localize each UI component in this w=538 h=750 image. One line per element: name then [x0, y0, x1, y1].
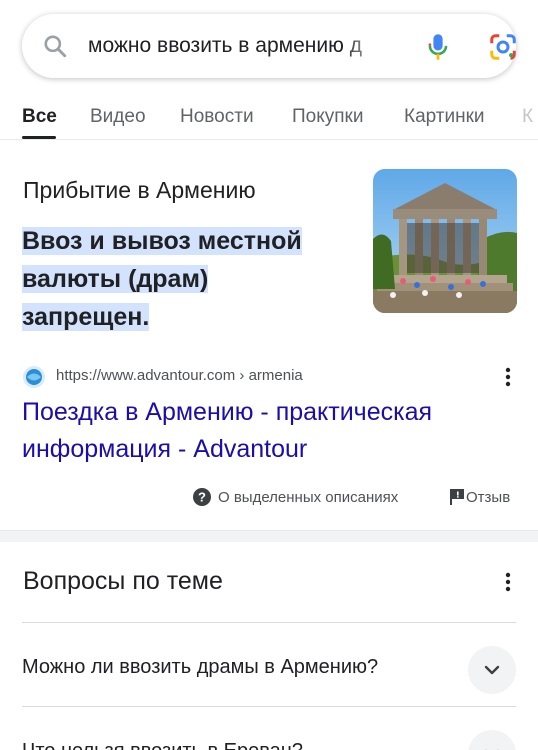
featured-snippet-card: Прибытие в Армению Ввоз и вывоз местной …: [0, 140, 538, 530]
feedback-flag-icon[interactable]: [449, 488, 465, 506]
question-text[interactable]: Можно ли ввозить драмы в Армению?: [22, 656, 378, 679]
expand-button[interactable]: [468, 730, 516, 750]
snippet-answer: Ввоз и вывоз местной валюты (драм) запре…: [22, 222, 322, 336]
active-tab-indicator: [22, 136, 56, 139]
question-text[interactable]: Что нельзя ввозить в Ереван?: [22, 740, 303, 750]
search-input[interactable]: [88, 32, 388, 60]
garni-temple-thumbnail[interactable]: [373, 169, 517, 313]
temple-image: [373, 169, 517, 313]
source-url[interactable]: https://www.advantour.com › armenia: [56, 367, 303, 384]
people-also-ask-title: Вопросы по теме: [23, 567, 223, 595]
tab-news[interactable]: Новости: [180, 106, 254, 128]
svg-text:?: ?: [198, 490, 206, 505]
expand-button[interactable]: [468, 646, 516, 694]
result-title-link[interactable]: Поездка в Армению - практическая информа…: [22, 394, 502, 468]
question-item[interactable]: Что нельзя ввозить в Ереван?: [22, 720, 516, 750]
search-icon[interactable]: [42, 33, 68, 59]
section-divider: [0, 530, 538, 542]
search-tabs: Все Видео Новости Покупки Картинки К: [0, 96, 538, 140]
source-row[interactable]: https://www.advantour.com › armenia: [22, 364, 522, 390]
tab-shopping[interactable]: Покупки: [292, 106, 363, 128]
chevron-down-icon: [484, 665, 500, 675]
more-options-icon[interactable]: [504, 571, 512, 593]
about-featured-snippets-link[interactable]: О выделенных описаниях: [218, 489, 398, 506]
google-lens-icon[interactable]: [488, 32, 518, 62]
help-icon[interactable]: ?: [192, 487, 212, 507]
more-options-icon[interactable]: [504, 366, 512, 388]
divider: [22, 706, 516, 707]
question-item[interactable]: Можно ли ввозить драмы в Армению?: [22, 636, 516, 696]
snippet-footer: ? О выделенных описаниях Отзыв: [0, 486, 538, 510]
feedback-link[interactable]: Отзыв: [466, 489, 510, 506]
search-bar[interactable]: [22, 14, 516, 78]
microphone-icon[interactable]: [424, 32, 452, 62]
people-also-ask-card: Вопросы по теме Можно ли ввозить драмы в…: [0, 542, 538, 750]
divider: [22, 622, 516, 623]
tab-all[interactable]: Все: [22, 106, 57, 128]
tab-video[interactable]: Видео: [90, 106, 146, 128]
tab-images[interactable]: Картинки: [404, 106, 485, 128]
snippet-heading: Прибытие в Армению: [23, 177, 256, 203]
highlighted-answer-text: Ввоз и вывоз местной валюты (драм) запре…: [22, 227, 302, 331]
advantour-favicon-icon: [23, 366, 45, 388]
tab-more[interactable]: К: [522, 106, 533, 128]
